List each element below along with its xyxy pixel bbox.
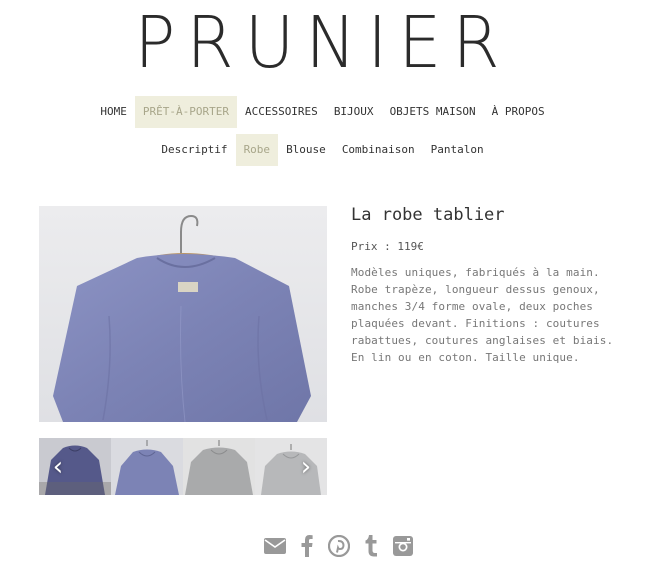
main-nav: HOME PRÊT-À-PORTER ACCESSOIRES BIJOUX OB… (0, 96, 645, 128)
social-links (264, 534, 414, 558)
envelope-icon[interactable] (264, 534, 286, 558)
chevron-left-icon[interactable]: ‹ (48, 438, 68, 495)
instagram-icon[interactable] (392, 534, 414, 558)
product-title: La robe tablier (351, 205, 505, 225)
product-price: Prix : 119€ (351, 240, 424, 253)
pinterest-icon[interactable] (328, 534, 350, 558)
nav-item-accessoires[interactable]: ACCESSOIRES (237, 96, 326, 128)
thumbnail-3[interactable] (183, 438, 255, 495)
sub-nav: Descriptif Robe Blouse Combinaison Panta… (0, 134, 645, 166)
dress-illustration (39, 206, 327, 422)
tumblr-icon[interactable] (360, 534, 382, 558)
thumbnail-4[interactable] (255, 438, 327, 495)
thumbnail-strip (39, 438, 327, 495)
chevron-right-icon[interactable]: › (296, 438, 316, 495)
site-logo[interactable]: PRUNIER (0, 6, 645, 82)
thumbnail-2[interactable] (111, 438, 183, 495)
product-main-image[interactable] (39, 206, 327, 422)
facebook-icon[interactable] (296, 534, 318, 558)
nav-item-pret-a-porter[interactable]: PRÊT-À-PORTER (134, 96, 237, 128)
product-description: Modèles uniques, fabriqués à la main. Ro… (351, 266, 614, 364)
subnav-item-pantalon[interactable]: Pantalon (423, 134, 492, 166)
subnav-item-robe[interactable]: Robe (235, 134, 279, 166)
nav-item-home[interactable]: HOME (92, 96, 135, 128)
subnav-item-combinaison[interactable]: Combinaison (334, 134, 423, 166)
nav-item-bijoux[interactable]: BIJOUX (326, 96, 382, 128)
nav-item-objets-maison[interactable]: OBJETS MAISON (382, 96, 484, 128)
subnav-item-descriptif[interactable]: Descriptif (153, 134, 235, 166)
nav-item-a-propos[interactable]: À PROPOS (484, 96, 553, 128)
subnav-item-blouse[interactable]: Blouse (278, 134, 334, 166)
